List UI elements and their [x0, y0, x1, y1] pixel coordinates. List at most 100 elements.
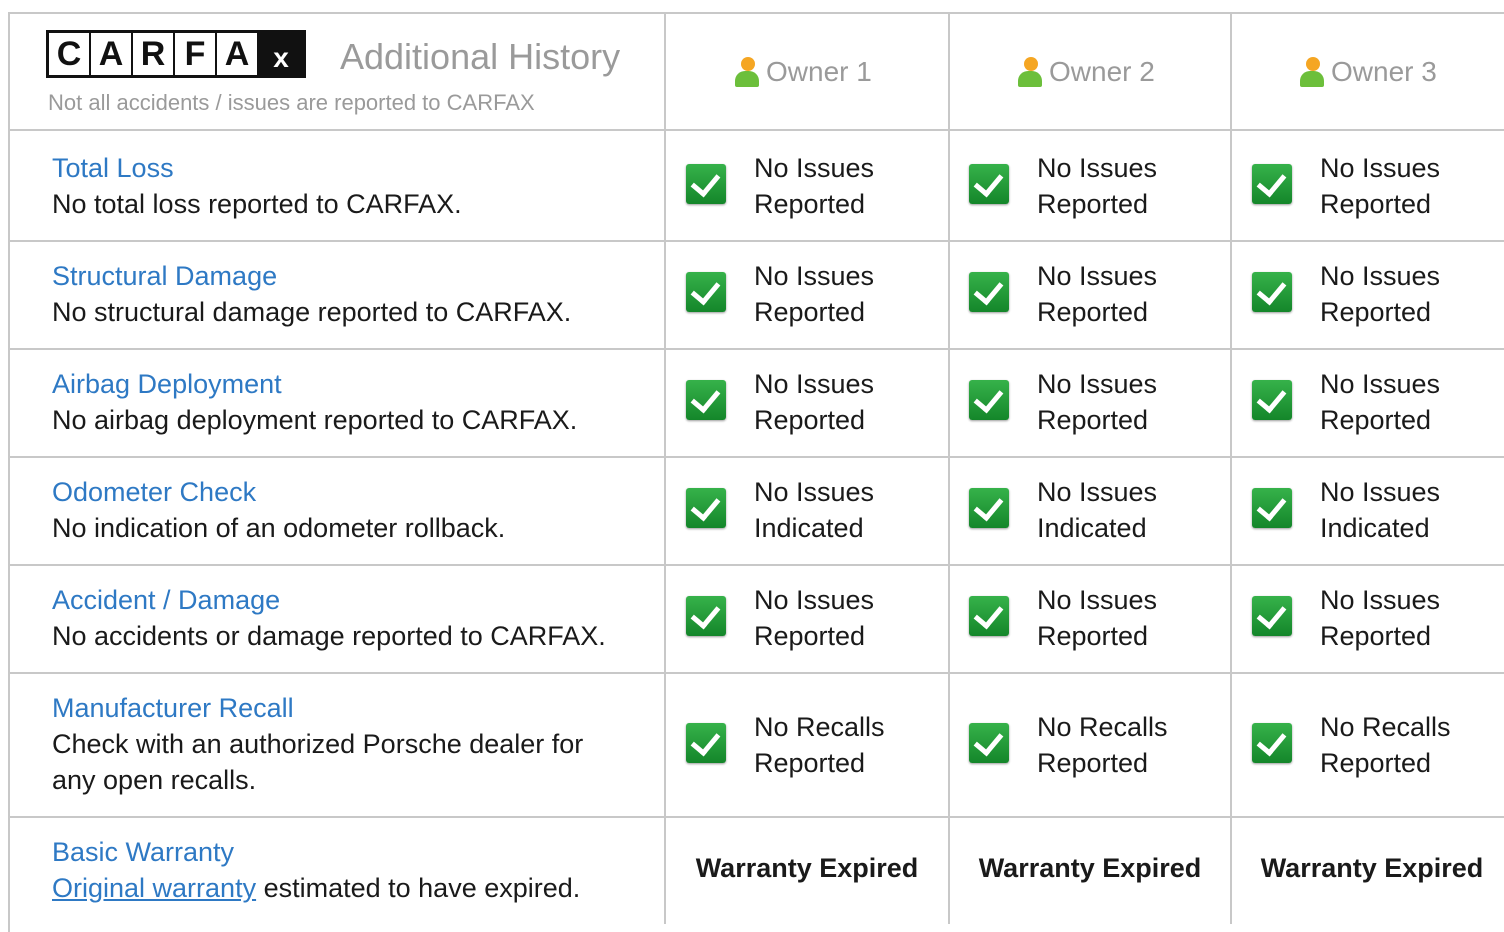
- owner-1-header: Owner 1: [734, 54, 872, 90]
- status-text: No Issues: [1320, 369, 1441, 399]
- total-loss-link[interactable]: Total Loss: [52, 150, 662, 186]
- status-text: Reported: [754, 297, 866, 327]
- status-text: Reported: [1320, 748, 1432, 778]
- row-description: Check with an authorized Porsche dealer …: [52, 729, 584, 759]
- status-text: No Issues: [1320, 477, 1441, 507]
- airbag-deployment-link[interactable]: Airbag Deployment: [52, 366, 662, 402]
- status-cell: No Issues Indicated: [969, 474, 1219, 546]
- owner-3-header: Owner 3: [1299, 54, 1437, 90]
- status-cell: No Issues Reported: [969, 258, 1219, 330]
- row-manufacturer-recall: Manufacturer Recall Check with an author…: [52, 690, 662, 798]
- column-divider: [664, 14, 666, 924]
- warranty-description: estimated to have expired.: [256, 873, 581, 903]
- checkmark-icon: [969, 380, 1009, 420]
- warranty-status: Warranty Expired: [695, 853, 919, 883]
- status-cell: No Issues Indicated: [1252, 474, 1502, 546]
- status-text: No Issues: [1037, 585, 1158, 615]
- checkmark-icon: [1252, 164, 1292, 204]
- status-text: Reported: [1320, 621, 1432, 651]
- status-cell: No Recalls Reported: [969, 709, 1219, 781]
- checkmark-icon: [1252, 380, 1292, 420]
- status-text: No Issues: [1037, 261, 1158, 291]
- checkmark-icon: [969, 488, 1009, 528]
- status-text: No Recalls: [754, 712, 885, 742]
- owner-label: Owner 2: [1049, 56, 1155, 87]
- status-text: Reported: [1037, 621, 1149, 651]
- row-divider: [10, 240, 1504, 242]
- status-cell: No Issues Reported: [1252, 582, 1502, 654]
- status-text: Reported: [1320, 405, 1432, 435]
- warranty-status: Warranty Expired: [978, 853, 1202, 883]
- status-cell: No Issues Reported: [1252, 258, 1502, 330]
- checkmark-icon: [686, 272, 726, 312]
- checkmark-icon: [686, 488, 726, 528]
- status-text: No Issues: [754, 153, 875, 183]
- logo-letter: A: [91, 33, 133, 75]
- row-structural-damage: Structural Damage No structural damage r…: [52, 258, 662, 330]
- row-description: No indication of an odometer rollback.: [52, 513, 506, 543]
- owner-label: Owner 1: [766, 56, 872, 87]
- status-cell: No Issues Reported: [969, 582, 1219, 654]
- status-text: No Recalls: [1320, 712, 1451, 742]
- status-cell: No Issues Reported: [969, 150, 1219, 222]
- checkmark-icon: [969, 164, 1009, 204]
- status-text: Indicated: [1037, 513, 1147, 543]
- row-description: No accidents or damage reported to CARFA…: [52, 621, 606, 651]
- checkmark-icon: [686, 596, 726, 636]
- row-description: Original warranty estimated to have expi…: [52, 870, 662, 906]
- status-text: Reported: [754, 748, 866, 778]
- logo-letter: C: [49, 33, 91, 75]
- row-total-loss: Total Loss No total loss reported to CAR…: [52, 150, 662, 222]
- status-cell: No Issues Indicated: [686, 474, 936, 546]
- owner-label: Owner 3: [1331, 56, 1437, 87]
- basic-warranty-link[interactable]: Basic Warranty: [52, 834, 662, 870]
- person-icon: [1017, 57, 1043, 87]
- status-text: No Issues: [1037, 477, 1158, 507]
- status-cell: No Issues Reported: [686, 258, 936, 330]
- original-warranty-link[interactable]: Original warranty: [52, 873, 256, 903]
- status-cell: No Issues Reported: [1252, 366, 1502, 438]
- status-text: Reported: [1037, 748, 1149, 778]
- status-text: No Issues: [1037, 153, 1158, 183]
- column-divider: [948, 14, 950, 924]
- status-text: Indicated: [1320, 513, 1430, 543]
- row-description: No structural damage reported to CARFAX.: [52, 297, 572, 327]
- owner-2-header: Owner 2: [1017, 54, 1155, 90]
- checkmark-icon: [686, 723, 726, 763]
- checkmark-icon: [1252, 596, 1292, 636]
- status-cell: No Issues Reported: [686, 582, 936, 654]
- status-text: Reported: [754, 621, 866, 651]
- checkmark-icon: [969, 272, 1009, 312]
- status-text: No Issues: [754, 585, 875, 615]
- status-text: No Issues: [754, 477, 875, 507]
- status-text: No Recalls: [1037, 712, 1168, 742]
- row-divider: [10, 564, 1504, 566]
- row-odometer-check: Odometer Check No indication of an odome…: [52, 474, 662, 546]
- status-text: No Issues: [1037, 369, 1158, 399]
- status-text: Reported: [754, 405, 866, 435]
- warranty-status: Warranty Expired: [1260, 853, 1484, 883]
- accident-damage-link[interactable]: Accident / Damage: [52, 582, 662, 618]
- row-description: No airbag deployment reported to CARFAX.: [52, 405, 578, 435]
- section-subtitle: Not all accidents / issues are reported …: [48, 90, 535, 115]
- row-divider: [10, 672, 1504, 674]
- status-cell: No Issues Reported: [1252, 150, 1502, 222]
- logo-letter: x: [259, 33, 303, 75]
- row-divider: [10, 816, 1504, 818]
- row-airbag-deployment: Airbag Deployment No airbag deployment r…: [52, 366, 662, 438]
- row-basic-warranty: Basic Warranty Original warranty estimat…: [52, 834, 662, 906]
- status-text: Indicated: [754, 513, 864, 543]
- status-cell: No Recalls Reported: [1252, 709, 1502, 781]
- carfax-logo: C A R F A x: [46, 30, 306, 78]
- history-table: C A R F A x Additional History Not all a…: [8, 12, 1504, 932]
- column-divider: [1230, 14, 1232, 924]
- row-description: No total loss reported to CARFAX.: [52, 189, 462, 219]
- checkmark-icon: [686, 380, 726, 420]
- odometer-check-link[interactable]: Odometer Check: [52, 474, 662, 510]
- checkmark-icon: [969, 596, 1009, 636]
- checkmark-icon: [1252, 723, 1292, 763]
- status-text: Reported: [1037, 189, 1149, 219]
- structural-damage-link[interactable]: Structural Damage: [52, 258, 662, 294]
- manufacturer-recall-link[interactable]: Manufacturer Recall: [52, 690, 662, 726]
- status-text: Reported: [1037, 405, 1149, 435]
